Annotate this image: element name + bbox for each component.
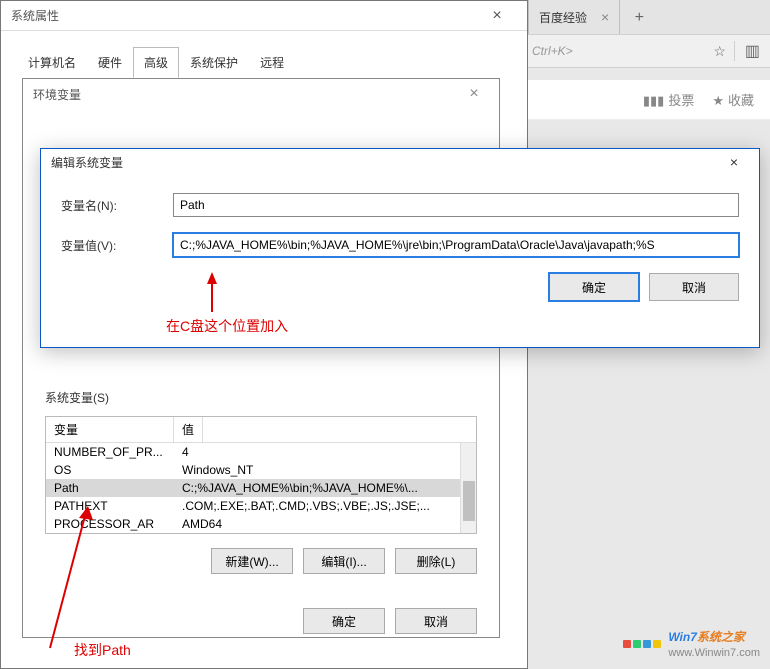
close-icon[interactable]: ×: [719, 154, 749, 170]
dialog-title: 编辑系统变量: [51, 154, 123, 171]
tab-hardware[interactable]: 硬件: [87, 47, 133, 78]
watermark-brand: Win7系统之家: [668, 630, 745, 644]
tab-remote[interactable]: 远程: [249, 47, 295, 78]
delete-button[interactable]: 删除(L): [395, 548, 477, 574]
column-value: 值: [174, 417, 203, 442]
tab-computer-name[interactable]: 计算机名: [17, 47, 87, 78]
table-row[interactable]: NUMBER_OF_PR...4: [46, 443, 476, 461]
reading-list-icon[interactable]: ▥: [734, 41, 770, 61]
system-variables-label: 系统变量(S): [45, 389, 477, 406]
dialog-footer: 确定 取消: [45, 608, 477, 634]
tab-advanced[interactable]: 高级: [133, 47, 179, 78]
tab-system-protection[interactable]: 系统保护: [179, 47, 249, 78]
dialog-title: 环境变量: [33, 86, 81, 103]
edit-button[interactable]: 编辑(I)...: [303, 548, 385, 574]
table-row[interactable]: PATHEXT.COM;.EXE;.BAT;.CMD;.VBS;.VBE;.JS…: [46, 497, 476, 515]
bookmark-icon[interactable]: ☆: [705, 43, 734, 60]
new-tab-button[interactable]: +: [625, 9, 654, 27]
ok-button[interactable]: 确定: [303, 608, 385, 634]
watermark-url: www.Winwin7.com: [668, 647, 760, 659]
table-row[interactable]: PROCESSOR_ARAMD64: [46, 515, 476, 533]
ok-button[interactable]: 确定: [549, 273, 639, 301]
system-variables-table: 变量 值 NUMBER_OF_PR...4 OSWindows_NT PathC…: [45, 416, 477, 534]
dialog-titlebar: 编辑系统变量 ×: [41, 149, 759, 175]
address-hint: Ctrl+K>: [528, 44, 573, 58]
windows-logo-icon: [642, 639, 662, 649]
table-body: NUMBER_OF_PR...4 OSWindows_NT PathC:;%JA…: [46, 443, 476, 533]
table-header: 变量 值: [46, 417, 476, 443]
variable-value-label: 变量值(V):: [61, 237, 173, 254]
window-titlebar: 系统属性 ×: [1, 1, 527, 31]
cancel-button[interactable]: 取消: [395, 608, 477, 634]
page-actions: ▮▮▮投票 ★收藏: [528, 80, 770, 120]
cancel-button[interactable]: 取消: [649, 273, 739, 301]
close-icon[interactable]: ×: [459, 85, 489, 103]
variable-value-input[interactable]: [173, 233, 739, 257]
close-icon[interactable]: ×: [477, 7, 517, 25]
browser-tab[interactable]: 百度经验 ×: [529, 0, 620, 34]
scrollbar-thumb[interactable]: [463, 481, 475, 521]
vote-action[interactable]: ▮▮▮投票: [643, 90, 694, 109]
variable-name-input[interactable]: [173, 193, 739, 217]
dialog-titlebar: 环境变量 ×: [23, 79, 499, 109]
window-title: 系统属性: [11, 7, 59, 24]
browser-address-bar: Ctrl+K> ☆ ▥: [528, 34, 770, 68]
new-button[interactable]: 新建(W)...: [211, 548, 293, 574]
bar-chart-icon: ▮▮▮: [643, 93, 664, 108]
table-row[interactable]: OSWindows_NT: [46, 461, 476, 479]
variable-name-label: 变量名(N):: [61, 197, 173, 214]
tab-label: 百度经验: [539, 9, 587, 26]
browser-tab-strip: 百度经验 × +: [528, 0, 770, 34]
column-variable: 变量: [46, 417, 174, 442]
star-icon: ★: [712, 93, 724, 108]
system-variables-buttons: 新建(W)... 编辑(I)... 删除(L): [45, 548, 477, 574]
tabs: 计算机名 硬件 高级 系统保护 远程: [17, 47, 517, 78]
close-icon[interactable]: ×: [601, 9, 609, 25]
edit-system-variable-dialog: 编辑系统变量 × 变量名(N): 变量值(V): 确定 取消: [40, 148, 760, 348]
windows-logo-icon: [622, 639, 642, 649]
watermark: Win7系统之家 www.Winwin7.com: [622, 628, 760, 659]
favorite-action[interactable]: ★收藏: [712, 90, 754, 109]
table-row[interactable]: PathC:;%JAVA_HOME%\bin;%JAVA_HOME%\...: [46, 479, 476, 497]
scrollbar[interactable]: [460, 443, 476, 533]
